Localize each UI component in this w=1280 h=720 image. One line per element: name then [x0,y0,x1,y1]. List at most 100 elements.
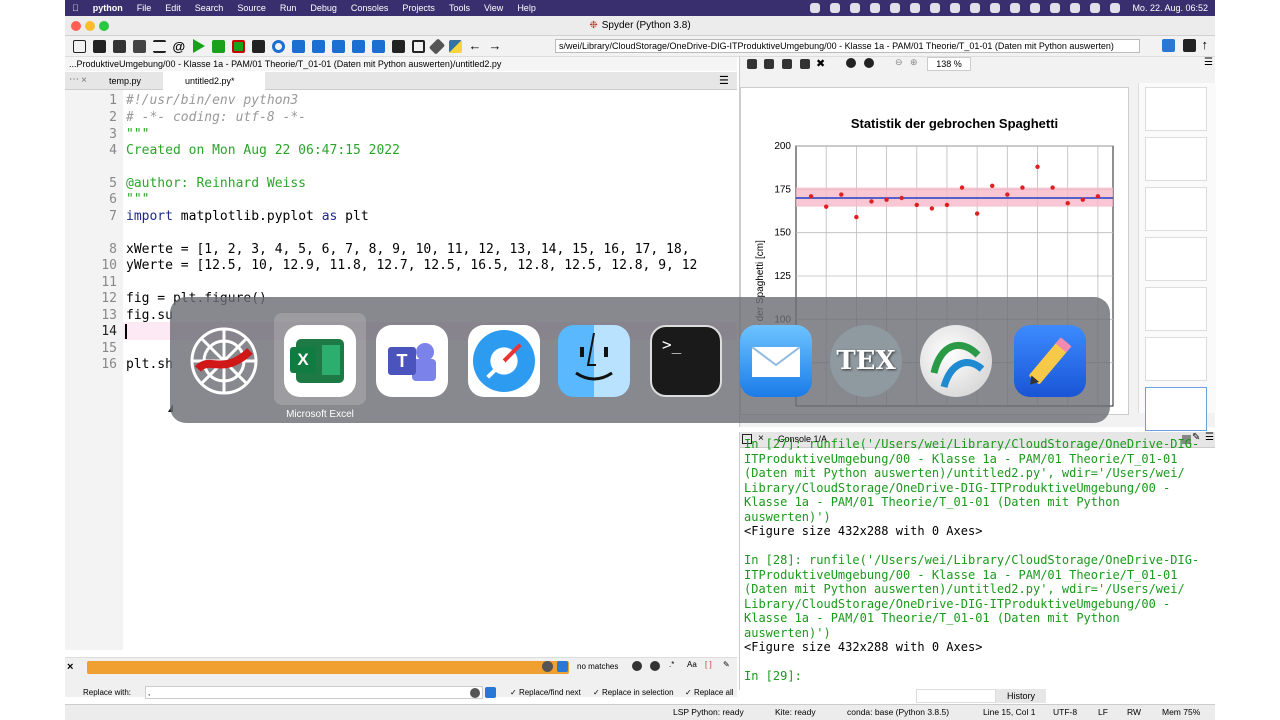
pencil-app-icon[interactable] [1014,325,1086,397]
stop-debug-icon[interactable] [371,39,385,53]
plot-thumbnail[interactable] [1145,337,1207,381]
status-icon-script[interactable] [930,3,941,13]
close-tab-icon[interactable]: × [81,75,87,86]
find-input[interactable] [87,661,569,674]
menu-run[interactable]: Run [273,3,304,13]
replace-in-selection-button[interactable]: ✓ Replace in selection [593,688,674,697]
apple-icon[interactable]:  [65,3,86,13]
menu-projects[interactable]: Projects [395,3,442,13]
spyder-icon[interactable] [188,325,260,397]
siri-icon[interactable] [1110,3,1121,13]
status-icon-cloud2[interactable] [910,3,921,13]
step-return-icon[interactable] [331,39,345,53]
list-icon[interactable] [152,39,166,53]
ipython-console[interactable]: × Console 1/A ✎ ☰ In [27]: runfile('/Use… [739,432,1215,690]
menu-file[interactable]: File [130,3,159,13]
menu-help[interactable]: Help [510,3,543,13]
save-all-plots-icon[interactable] [763,59,774,69]
menu-view[interactable]: View [477,3,510,13]
replace-input[interactable]: , [145,686,483,699]
excel-icon[interactable]: X [284,325,356,397]
editor-options-icon[interactable]: ☰ [719,74,729,87]
close-window-button[interactable] [71,21,81,31]
remove-plot-icon[interactable] [799,59,810,69]
teams-icon[interactable]: T [376,325,448,397]
zoom-level-field[interactable]: 138 % [927,57,971,71]
tab-untitled2-py[interactable]: untitled2.py* [163,72,265,90]
safari-icon[interactable] [468,325,540,397]
replace-all-button[interactable]: ✓ Replace all [685,688,734,697]
maximize-pane-icon[interactable] [391,39,405,53]
menubar-clock[interactable]: Mo. 22. Aug. 06:52 [1125,3,1215,13]
user-icon[interactable] [1050,3,1061,13]
history-tab[interactable]: History [996,689,1046,703]
bluetooth-icon[interactable] [990,3,1001,13]
path-dropdown-icon[interactable] [1161,39,1175,52]
whole-word-icon[interactable]: [ ] [705,660,712,669]
plot-thumbnail[interactable] [1145,287,1207,331]
wifi-icon[interactable] [1030,3,1041,13]
python-path-icon[interactable] [448,39,462,53]
status-icon-a[interactable] [850,3,861,13]
forward-arrow-icon[interactable]: → [489,39,502,53]
zoom-window-button[interactable] [99,21,109,31]
fullscreen-icon[interactable] [411,39,425,53]
run-selection-icon[interactable] [251,39,265,53]
replace-options-icon[interactable] [485,687,496,698]
debug-icon[interactable] [271,39,285,53]
previous-plot-icon[interactable] [846,58,856,68]
status-icon-target[interactable] [830,3,841,13]
remove-all-plots-icon[interactable]: ✖ [816,57,825,70]
working-directory-input[interactable]: s/wei/Library/CloudStorage/OneDrive-DIG-… [555,39,1140,53]
back-arrow-icon[interactable]: ← [469,39,482,53]
spotlight-icon[interactable] [1070,3,1081,13]
menu-source[interactable]: Source [230,3,273,13]
zoom-out-icon[interactable]: ⊖ [895,57,903,68]
status-icon-stop[interactable] [810,3,821,13]
find-options-icon[interactable] [557,661,568,672]
preferences-wrench-icon[interactable] [428,37,445,55]
run-cell-icon[interactable] [211,39,225,53]
menu-edit[interactable]: Edit [158,3,188,13]
menu-app-python[interactable]: python [86,3,130,13]
battery-icon[interactable] [1010,3,1021,13]
find-previous-icon[interactable] [632,661,642,671]
save-icon[interactable] [112,39,126,53]
copy-plot-icon[interactable] [781,59,792,69]
plots-options-icon[interactable]: ☰ [1204,57,1213,68]
mail-icon[interactable] [740,325,812,397]
kite-status[interactable]: Kite: ready [775,705,816,720]
save-plot-icon[interactable] [746,59,757,69]
next-plot-icon[interactable] [864,58,874,68]
network-app-icon[interactable] [920,325,992,397]
conda-status[interactable]: conda: base (Python 3.8.5) [847,705,949,720]
run-cell-advance-icon[interactable] [231,39,245,53]
step-into-icon[interactable] [311,39,325,53]
replace-find-next-button[interactable]: ✓ Replace/find next [510,688,581,697]
menu-debug[interactable]: Debug [303,3,344,13]
status-icon-lock[interactable] [870,3,881,13]
plot-thumbnail-selected[interactable] [1145,387,1207,431]
case-sensitive-icon[interactable]: Aa [687,660,697,669]
browse-tabs-icon[interactable]: ⋯ [69,74,79,85]
minimize-window-button[interactable] [85,21,95,31]
console-pane-tab[interactable] [916,689,996,703]
open-folder-icon[interactable] [92,39,106,53]
plot-thumbnail[interactable] [1145,137,1207,181]
close-find-icon[interactable]: × [67,661,73,673]
browse-folder-icon[interactable] [1182,39,1196,52]
new-file-icon[interactable] [72,39,86,53]
lsp-status[interactable]: LSP Python: ready [673,705,744,720]
terminal-icon[interactable]: >_ [650,325,722,397]
status-icon-cloud[interactable] [890,3,901,13]
plot-thumbnail[interactable] [1145,87,1207,131]
continue-icon[interactable] [351,39,365,53]
plot-thumbnail[interactable] [1145,187,1207,231]
status-icon-g[interactable] [950,3,961,13]
highlight-icon[interactable]: ✎ [723,660,730,669]
menu-search[interactable]: Search [188,3,231,13]
tex-icon[interactable]: TEX [830,325,902,397]
menu-tools[interactable]: Tools [442,3,477,13]
find-next-icon[interactable] [650,661,660,671]
volume-icon[interactable] [970,3,981,13]
